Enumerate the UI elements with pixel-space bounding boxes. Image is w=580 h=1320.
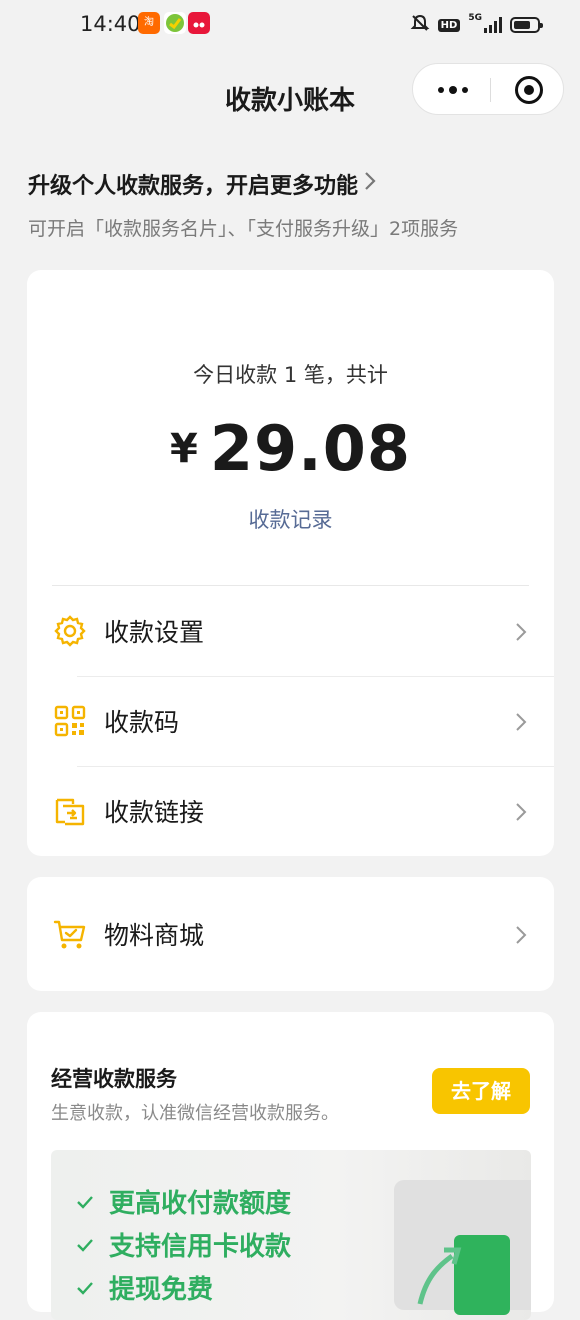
dot-icon: [438, 87, 444, 93]
upgrade-title: 升级个人收款服务，开启更多功能: [28, 174, 359, 199]
service-subtitle: 生意收款，认准微信经营收款服务。: [51, 1103, 339, 1124]
gear-icon: [53, 614, 87, 648]
today-amount: ¥29.08: [27, 412, 554, 485]
green-app-icon: [164, 12, 186, 34]
service-card: 经营收款服务 生意收款，认准微信经营收款服务。 去了解 更高收付款额度 支持信用…: [27, 1012, 554, 1320]
tmall-icon: [188, 12, 210, 34]
service-title: 经营收款服务: [51, 1067, 177, 1091]
payment-link-icon: [53, 794, 87, 828]
menu-item-qrcode[interactable]: 收款码: [27, 676, 554, 766]
close-miniprogram-button[interactable]: [515, 76, 543, 104]
feature-label: 提现免费: [109, 1275, 214, 1305]
menu-item-shop[interactable]: 物料商城: [27, 889, 554, 979]
upgrade-subtitle: 可开启「收款服务名片」、「支付服务升级」2项服务: [28, 218, 459, 240]
more-menu-button[interactable]: [433, 77, 473, 103]
signal-icon: [484, 17, 502, 33]
feature-label: 更高收付款额度: [109, 1189, 292, 1219]
menu-item-label: 收款链接: [104, 798, 205, 827]
shop-card: 物料商城: [27, 877, 554, 991]
status-time: 14:40: [80, 12, 141, 36]
menu-item-label: 物料商城: [104, 921, 205, 950]
dot-icon: [449, 86, 457, 94]
feature-item: 更高收付款额度: [75, 1183, 291, 1220]
qrcode-icon: [53, 704, 87, 738]
menu-item-label: 收款码: [104, 708, 180, 737]
menu-item-label: 收款设置: [104, 618, 205, 647]
chevron-right-icon: [364, 171, 376, 197]
amount-value: 29.08: [209, 412, 411, 485]
taobao-icon: 淘: [138, 12, 160, 34]
summary-card: 今日收款 1 笔，共计 ¥29.08 收款记录 收款设置 收款码 收款链接: [27, 270, 554, 856]
status-bar: 14:40 淘 HD 5G: [0, 0, 580, 50]
service-promo-banner[interactable]: 更高收付款额度 支持信用卡收款 提现免费: [51, 1150, 531, 1320]
shopping-cart-icon: [53, 917, 87, 951]
dot-icon: [462, 87, 468, 93]
chevron-right-icon: [514, 621, 528, 643]
growth-arrow-icon: [416, 1238, 466, 1312]
chevron-right-icon: [514, 711, 528, 733]
currency-symbol: ¥: [170, 426, 198, 472]
records-link[interactable]: 收款记录: [27, 504, 554, 534]
feature-item: 提现免费: [75, 1269, 213, 1306]
status-indicators: HD 5G: [410, 13, 543, 37]
miniprogram-capsule: [412, 63, 564, 115]
capsule-divider: [490, 78, 491, 102]
feature-item: 支持信用卡收款: [75, 1226, 291, 1263]
check-icon: [77, 1238, 93, 1252]
feature-label: 支持信用卡收款: [109, 1232, 292, 1262]
today-summary: 今日收款 1 笔，共计: [193, 363, 388, 387]
chevron-right-icon: [514, 924, 528, 946]
hd-badge: HD: [437, 18, 461, 32]
mute-bell-icon: [410, 13, 430, 37]
learn-more-button[interactable]: 去了解: [432, 1068, 530, 1114]
battery-icon: [510, 17, 543, 33]
network-label: 5G: [468, 13, 482, 23]
upgrade-banner[interactable]: 升级个人收款服务，开启更多功能: [28, 168, 376, 200]
check-icon: [77, 1195, 93, 1209]
menu-item-settings[interactable]: 收款设置: [27, 586, 554, 676]
menu-item-link[interactable]: 收款链接: [27, 766, 554, 856]
check-icon: [77, 1281, 93, 1295]
chevron-right-icon: [514, 801, 528, 823]
